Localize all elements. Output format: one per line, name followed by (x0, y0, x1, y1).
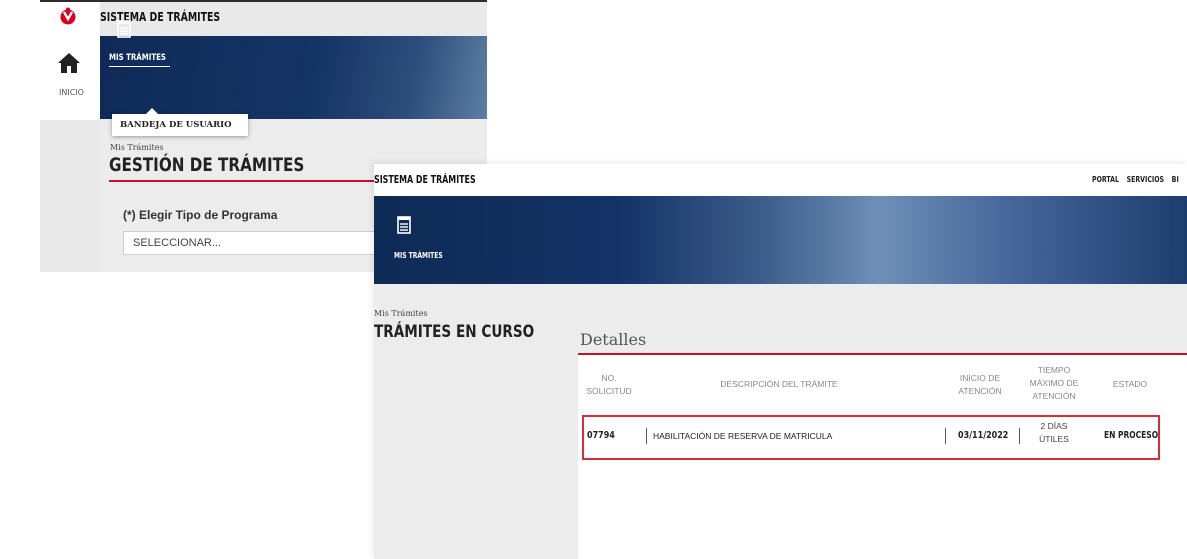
menu-mis-tramites[interactable]: MIS TRÁMITES (109, 52, 182, 63)
dropdown-caret (146, 108, 158, 114)
cell-descripcion: HABILITACIÓN DE RESERVA DE MATRICULA (653, 431, 833, 441)
menu-mis-tramites[interactable]: MIS TRÁMITES (394, 251, 459, 260)
submenu-dropdown: BANDEJA DE USUARIO (112, 108, 248, 136)
column-divider (646, 428, 647, 444)
screen-tramites-en-curso: SISTEMA DE TRÁMITES PORTAL SERVICIOS BI … (374, 164, 1187, 559)
top-border (40, 0, 487, 2)
header-banner (100, 36, 487, 119)
breadcrumb[interactable]: Mis Trámites (110, 143, 164, 152)
document-list-icon[interactable] (397, 216, 411, 234)
menu-active-underline (109, 66, 170, 67)
col-header-descripcion: DESCRIPCIÓN DEL TRÁMITE (720, 379, 838, 389)
col-header-no-solicitud: NO. SOLICITUD (586, 373, 632, 396)
cell-inicio: 03/11/2022 (958, 430, 1009, 441)
col-header-tiempo: TIEMPO MÁXIMO DE ATENCIÓN (1029, 365, 1079, 401)
details-title: Detalles (580, 330, 647, 349)
header-banner (374, 196, 1187, 284)
col-header-inicio: INICIO DE ATENCIÓN (958, 373, 1002, 396)
cell-no-solicitud: 07794 (587, 430, 615, 441)
document-list-icon[interactable] (117, 20, 131, 38)
page-title: GESTIÓN DE TRÁMITES (109, 154, 305, 176)
home-icon[interactable] (57, 52, 81, 74)
cell-tiempo: 2 DÍAS ÚTILES (1039, 421, 1069, 444)
page-title: TRÁMITES EN CURSO (374, 322, 535, 342)
breadcrumb[interactable]: Mis Trámites (374, 309, 428, 318)
submenu-item-bandeja[interactable]: BANDEJA DE USUARIO (120, 120, 232, 130)
nav-servicios[interactable]: SERVICIOS (1127, 175, 1164, 184)
nav-bi[interactable]: BI (1172, 175, 1179, 184)
nav-portal[interactable]: PORTAL (1092, 175, 1119, 184)
cell-estado: EN PROCESO (1104, 430, 1159, 441)
top-nav: PORTAL SERVICIOS BI (1092, 175, 1184, 184)
column-divider (945, 428, 946, 444)
app-title: SISTEMA DE TRÁMITES (374, 173, 476, 186)
program-type-label: (*) Elegir Tipo de Programa (123, 208, 278, 222)
details-divider (578, 353, 1187, 355)
brand-logo-icon[interactable] (58, 6, 78, 26)
home-label[interactable]: INICIO (59, 88, 84, 97)
program-type-value: SELECCIONAR... (133, 237, 222, 249)
col-header-estado: ESTADO (1112, 379, 1148, 389)
